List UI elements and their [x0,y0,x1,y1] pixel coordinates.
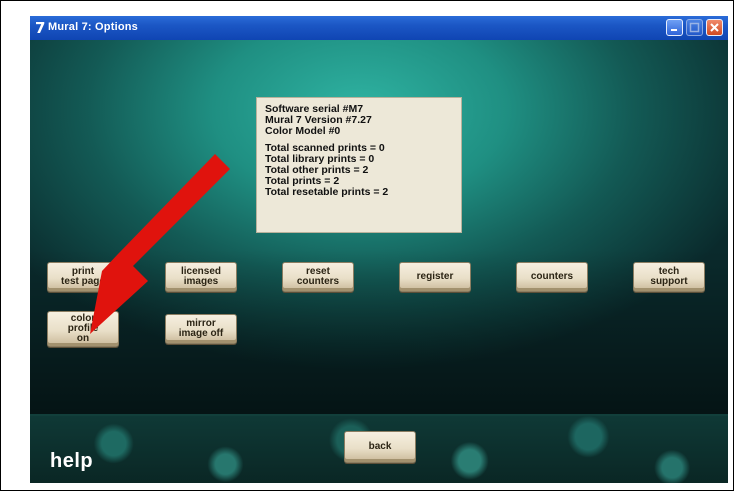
print-test-page-label-2: test page [61,276,105,287]
mirror-image-label-2: image off [178,328,224,339]
counters-button[interactable]: counters [516,262,588,292]
options-window: 7 Mural 7: Options Software serial #M7 M… [30,16,728,483]
minimize-icon [671,29,677,31]
register-button[interactable]: register [399,262,471,292]
licensed-images-button[interactable]: licensed images [165,262,237,292]
print-test-page-button[interactable]: print test page [47,262,119,292]
title-bar[interactable]: 7 Mural 7: Options [30,16,728,41]
tech-support-label-2: support [650,276,688,287]
mirror-image-button[interactable]: mirror image off [165,314,237,344]
register-label: register [416,271,454,282]
reset-counters-label-2: counters [296,276,340,287]
help-button[interactable]: help [50,450,93,473]
resetable-prints-text: Total resetable prints = 2 [265,186,389,198]
window-title: Mural 7: Options [48,21,138,33]
info-panel: Software serial #M7 Mural 7 Version #7.2… [256,97,462,233]
counters-label: counters [530,271,574,282]
back-button[interactable]: back [344,431,416,463]
back-label: back [368,441,392,452]
maximize-icon [689,22,700,33]
tech-support-button[interactable]: tech support [633,262,705,292]
maximize-button [686,19,703,36]
close-icon [710,23,719,32]
reset-counters-button[interactable]: reset counters [282,262,354,292]
color-model-text: Color Model #0 [265,125,341,137]
licensed-images-label-2: images [183,276,219,287]
client-area: Software serial #M7 Mural 7 Version #7.2… [30,40,728,483]
app-icon: 7 [35,19,46,37]
color-profile-label-3: on [76,333,90,344]
color-profile-button[interactable]: color profile on [47,311,119,347]
close-button[interactable] [706,19,723,36]
minimize-button[interactable] [666,19,683,36]
